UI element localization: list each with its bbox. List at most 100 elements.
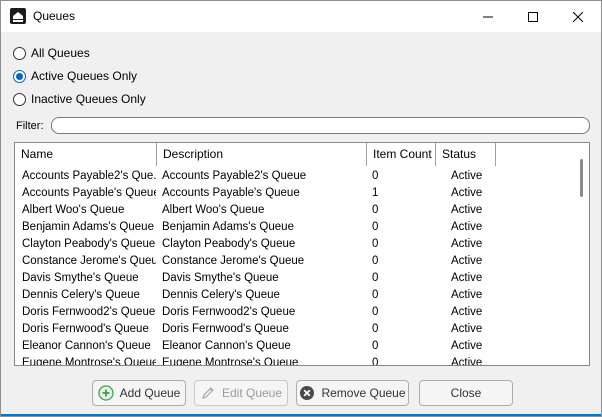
cell-status: Active xyxy=(451,170,483,182)
table-row[interactable]: Dennis Celery's Queue Dennis Celery's Que… xyxy=(15,287,575,304)
cell-name: Benjamin Adams's Queue xyxy=(22,221,154,233)
add-circle-icon xyxy=(97,385,114,401)
remove-circle-icon xyxy=(300,386,315,400)
pencil-icon xyxy=(202,387,214,399)
cell-description: Dennis Celery's Queue xyxy=(162,289,280,301)
radio-button[interactable] xyxy=(13,92,26,106)
radio-all-queues[interactable]: All Queues xyxy=(13,45,90,61)
table-row[interactable]: Accounts Payable2's Que... Accounts Payab… xyxy=(15,168,575,185)
cell-name: Accounts Payable's Queue xyxy=(22,187,156,199)
table-row[interactable]: Doris Fernwood's Queue Doris Fernwood's Q… xyxy=(15,321,575,338)
cell-item-count: 0 xyxy=(372,306,379,318)
table-row[interactable]: Albert Woo's Queue Albert Woo's Queue 0 Act… xyxy=(15,202,575,219)
column-header-item-count[interactable]: Item Count xyxy=(367,143,436,166)
cell-item-count: 1 xyxy=(372,187,379,199)
scrollbar-thumb[interactable] xyxy=(580,159,583,197)
cell-description: Albert Woo's Queue xyxy=(162,204,265,216)
close-icon xyxy=(573,11,583,22)
remove-queue-button[interactable]: Remove Queue xyxy=(296,380,409,406)
list-header: Name Description Item Count Status xyxy=(15,143,589,166)
cell-description: Accounts Payable's Queue xyxy=(162,187,300,199)
cell-name: Eugene Montrose's Queue xyxy=(22,357,156,366)
column-header-description[interactable]: Description xyxy=(157,143,367,166)
queues-app-icon xyxy=(10,8,26,24)
cell-description: Doris Fernwood2's Queue xyxy=(162,306,296,318)
cell-item-count: 0 xyxy=(372,238,379,250)
cell-status: Active xyxy=(451,357,483,366)
cell-item-count: 0 xyxy=(372,357,379,366)
cell-item-count: 0 xyxy=(372,272,379,284)
cell-status: Active xyxy=(451,289,483,301)
column-header-name[interactable]: Name xyxy=(15,143,157,166)
cell-name: Doris Fernwood's Queue xyxy=(22,323,149,335)
cell-name: Dennis Celery's Queue xyxy=(22,289,140,301)
cell-description: Constance Jerome's Queue xyxy=(162,255,305,267)
table-row[interactable]: Eugene Montrose's Queue Eugene Montrose's… xyxy=(15,355,575,366)
cell-status: Active xyxy=(451,306,483,318)
minimize-icon xyxy=(483,16,493,17)
minimize-button[interactable] xyxy=(465,1,511,32)
add-queue-label: Add Queue xyxy=(119,386,181,400)
title-bar[interactable]: Queues xyxy=(1,1,601,32)
cell-status: Active xyxy=(451,255,483,267)
cell-description: Benjamin Adams's Queue xyxy=(162,221,294,233)
cell-status: Active xyxy=(451,187,483,199)
cell-item-count: 0 xyxy=(372,204,379,216)
cell-item-count: 0 xyxy=(372,170,379,182)
queues-list[interactable]: Name Description Item Count Status Accou… xyxy=(14,142,590,366)
radio-label: All Queues xyxy=(31,46,90,60)
filter-label: Filter: xyxy=(16,120,44,132)
radio-button-selected[interactable] xyxy=(13,69,26,83)
cell-item-count: 0 xyxy=(372,289,379,301)
edit-queue-button[interactable]: Edit Queue xyxy=(194,380,288,406)
table-row[interactable]: Accounts Payable's Queue Accounts Payable… xyxy=(15,185,575,202)
cell-name: Davis Smythe's Queue xyxy=(22,272,139,284)
cell-name: Eleanor Cannon's Queue xyxy=(22,340,151,352)
close-window-button[interactable] xyxy=(555,1,601,32)
table-row[interactable]: Benjamin Adams's Queue Benjamin Adams's Q… xyxy=(15,219,575,236)
cell-description: Davis Smythe's Queue xyxy=(162,272,279,284)
maximize-icon xyxy=(528,11,538,22)
cell-status: Active xyxy=(451,340,483,352)
table-row[interactable]: Doris Fernwood2's Queue Doris Fernwood2's… xyxy=(15,304,575,321)
table-row[interactable]: Constance Jerome's Queue Constance Jerome… xyxy=(15,253,575,270)
table-row[interactable]: Clayton Peabody's Queue Clayton Peabody's… xyxy=(15,236,575,253)
cell-item-count: 0 xyxy=(372,221,379,233)
queues-dialog: Queues All Queues Active Queues Only Ina… xyxy=(0,0,602,417)
cell-description: Clayton Peabody's Queue xyxy=(162,238,296,250)
cell-item-count: 0 xyxy=(372,340,379,352)
cell-status: Active xyxy=(451,238,483,250)
radio-button[interactable] xyxy=(13,46,26,60)
radio-label: Active Queues Only xyxy=(31,69,138,83)
cell-item-count: 0 xyxy=(372,323,379,335)
table-row[interactable]: Davis Smythe's Queue Davis Smythe's Queue… xyxy=(15,270,575,287)
remove-queue-label: Remove Queue xyxy=(321,386,406,400)
close-label: Close xyxy=(450,386,482,400)
cell-status: Active xyxy=(451,204,483,216)
cell-name: Accounts Payable2's Que... xyxy=(22,170,156,182)
cell-description: Eleanor Cannon's Queue xyxy=(162,340,291,352)
cell-status: Active xyxy=(451,323,483,335)
cell-name: Constance Jerome's Queue xyxy=(22,255,156,267)
cell-description: Eugene Montrose's Queue xyxy=(162,357,299,366)
close-button[interactable]: Close xyxy=(419,380,513,406)
cell-item-count: 0 xyxy=(372,255,379,267)
vertical-scrollbar[interactable] xyxy=(575,143,589,365)
cell-status: Active xyxy=(451,221,483,233)
radio-active-queues-only[interactable]: Active Queues Only xyxy=(13,68,137,84)
cell-name: Doris Fernwood2's Queue xyxy=(22,306,156,318)
cell-name: Clayton Peabody's Queue xyxy=(22,238,156,250)
column-header-status[interactable]: Status xyxy=(436,143,496,166)
window-title: Queues xyxy=(33,9,76,23)
filter-input[interactable] xyxy=(51,117,590,134)
cell-description: Doris Fernwood's Queue xyxy=(162,323,289,335)
edit-queue-label: Edit Queue xyxy=(221,386,283,400)
add-queue-button[interactable]: Add Queue xyxy=(92,380,186,406)
table-row[interactable]: Eleanor Cannon's Queue Eleanor Cannon's Q… xyxy=(15,338,575,355)
cell-name: Albert Woo's Queue xyxy=(22,204,125,216)
maximize-button[interactable] xyxy=(510,1,556,32)
radio-label: Inactive Queues Only xyxy=(31,92,146,106)
cell-description: Accounts Payable2's Queue xyxy=(162,170,307,182)
radio-inactive-queues-only[interactable]: Inactive Queues Only xyxy=(13,91,146,107)
cell-status: Active xyxy=(451,272,483,284)
